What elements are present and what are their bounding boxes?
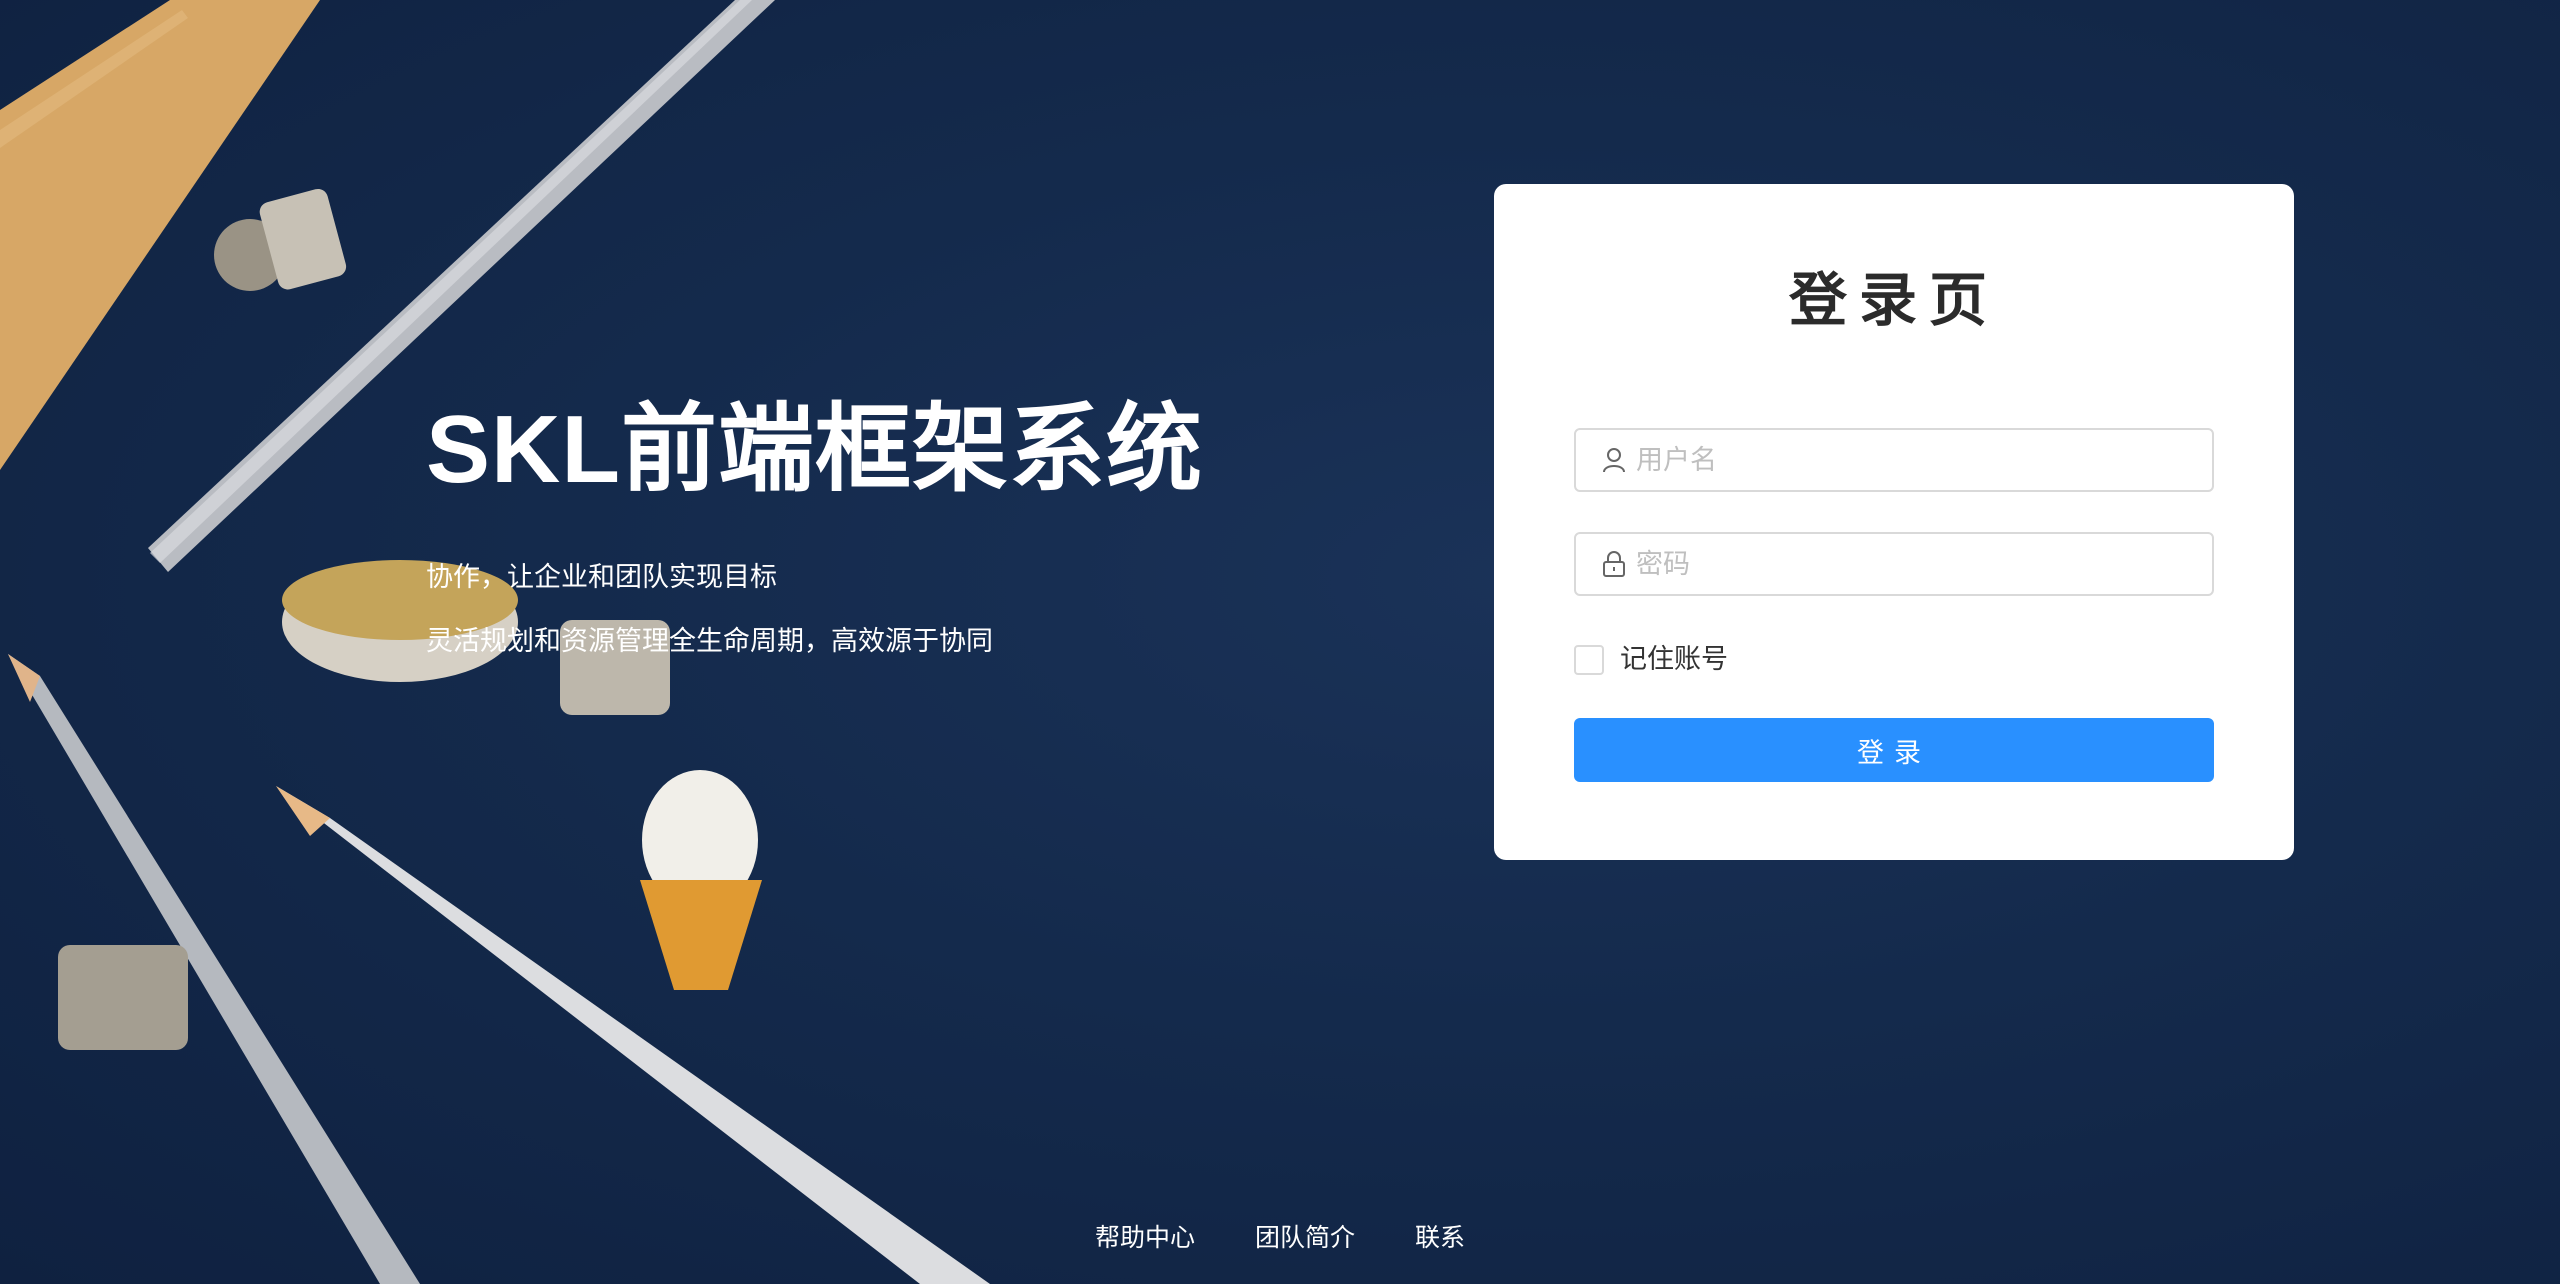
tagline-line-1: 协作，让企业和团队实现目标 bbox=[426, 562, 777, 593]
system-title: SKL前端框架系统 bbox=[426, 396, 1203, 503]
password-input[interactable] bbox=[1636, 536, 2196, 592]
login-card: 登录页 记住账号 登录 bbox=[1494, 184, 2294, 860]
remember-label: 记住账号 bbox=[1620, 644, 1728, 675]
footer-link-contact[interactable]: 联系 bbox=[1415, 1220, 1465, 1256]
remember-account[interactable]: 记住账号 bbox=[1574, 640, 1728, 680]
footer-link-team[interactable]: 团队简介 bbox=[1255, 1220, 1355, 1256]
footer-link-help[interactable]: 帮助中心 bbox=[1095, 1220, 1195, 1256]
password-field[interactable] bbox=[1574, 532, 2214, 596]
lock-icon bbox=[1600, 550, 1628, 578]
username-field[interactable] bbox=[1574, 428, 2214, 492]
footer-links: 帮助中心 团队简介 联系 bbox=[0, 1220, 2560, 1256]
ice-cream-eraser-image bbox=[640, 770, 762, 990]
tagline-line-2: 灵活规划和资源管理全生命周期，高效源于协同 bbox=[426, 626, 993, 657]
remember-checkbox[interactable] bbox=[1574, 645, 1604, 675]
pencil-bottom-image bbox=[276, 786, 990, 1284]
login-title: 登录页 bbox=[1788, 268, 1999, 333]
username-input[interactable] bbox=[1636, 432, 2196, 488]
login-button[interactable]: 登录 bbox=[1574, 718, 2214, 782]
hero-section: SKL前端框架系统 协作，让企业和团队实现目标 灵活规划和资源管理全生命周期，高… bbox=[426, 390, 1326, 662]
user-icon bbox=[1600, 446, 1628, 474]
binder-clip-top-image bbox=[214, 188, 347, 291]
binder-clip-bottom-image bbox=[58, 945, 188, 1050]
